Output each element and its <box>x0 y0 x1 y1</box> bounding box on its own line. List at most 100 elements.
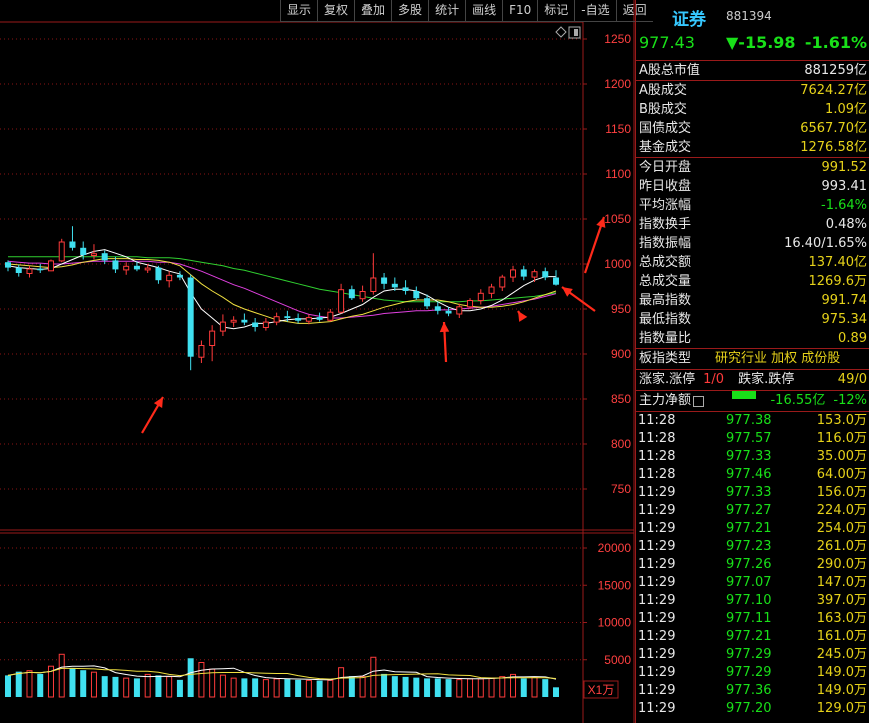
candle-body <box>144 267 151 271</box>
annotation-arrow <box>583 216 606 274</box>
tick-list[interactable]: 11:28 977.38 153.0万 11:28 977.57 116.0万 11:28 9… <box>636 412 869 718</box>
candle-body <box>305 317 312 322</box>
sector-row: 板指类型 研究行业 加权 成份股 <box>636 349 869 369</box>
candle-body <box>26 268 33 274</box>
volume-bar <box>327 679 334 698</box>
volume-bar <box>316 680 323 697</box>
candle-body <box>327 311 334 321</box>
stat-row: 总成交额 137.40亿 <box>639 255 867 270</box>
candle-body <box>284 316 291 318</box>
candle-body <box>381 277 388 284</box>
toolbar-button-1[interactable]: 复权 <box>317 0 355 22</box>
stat-row: 昨日收盘 993.41 <box>639 179 867 194</box>
volume-bar <box>90 671 97 698</box>
price-axis: 1250 1200 1150 1100 1050 1000 950 900 850 800 750 <box>583 32 631 496</box>
annotation-arrow <box>439 321 450 363</box>
volume-bar <box>520 678 527 697</box>
volume-bar <box>295 679 302 697</box>
candle <box>370 253 377 295</box>
candle <box>381 273 388 290</box>
stat-row: 最低指数 975.34 <box>639 312 867 327</box>
diamond-icon[interactable] <box>555 26 567 38</box>
turnover-row: 国债成交 6567.70亿 <box>639 121 867 136</box>
toolbar-button-4[interactable]: 统计 <box>428 0 466 22</box>
tick-row: 11:29 977.23 261.0万 <box>638 539 867 554</box>
candle <box>273 312 280 326</box>
volume-ma-line <box>7 665 557 681</box>
candle-body <box>112 260 119 270</box>
volume-bar <box>477 678 484 698</box>
candle <box>316 312 323 322</box>
flow-bar <box>732 391 757 399</box>
stat-row: 指数量比 0.89 <box>639 331 867 346</box>
candlesticks <box>5 226 559 371</box>
sector-value[interactable]: 研究行业 加权 成份股 <box>715 349 840 369</box>
turnover-row: 基金成交 1276.58亿 <box>639 140 867 155</box>
quote-header: 证券 881394 977.43 ▼-15.98 -1.61% <box>636 0 869 61</box>
volume-bar <box>123 677 130 698</box>
tick-row: 11:29 977.29 245.0万 <box>638 647 867 662</box>
candle-body <box>90 253 97 256</box>
chart-corner-icons[interactable] <box>555 26 581 39</box>
toolbar-button-3[interactable]: 多股 <box>391 0 429 22</box>
volume-bar <box>37 673 44 697</box>
volume-bar <box>445 679 452 697</box>
annotation-arrow <box>561 286 596 312</box>
candle-body <box>166 274 173 282</box>
candle-body <box>499 276 506 288</box>
price-tick-label: 1200 <box>604 77 631 91</box>
kline-chart[interactable]: 125012001150110010501000950900850800750 … <box>0 0 635 723</box>
price-tick-label: 1100 <box>605 167 631 181</box>
price-tick-label: 850 <box>611 392 631 406</box>
candle <box>58 238 65 263</box>
candle <box>520 265 527 281</box>
volume-bar <box>144 673 151 698</box>
candle-body <box>37 268 44 271</box>
toolbar-button-7[interactable]: 标记 <box>537 0 575 22</box>
volume-bar <box>359 676 366 698</box>
index-change-pct: -1.61% <box>804 33 867 52</box>
tick-row: 11:28 977.57 116.0万 <box>638 431 867 446</box>
toolbar-button-8[interactable]: -自选 <box>574 0 616 22</box>
tick-row: 11:29 977.36 149.0万 <box>638 683 867 698</box>
stat-row: 指数振幅 16.40/1.65% <box>639 236 867 251</box>
annotation-arrow <box>517 310 528 322</box>
volume-bar <box>5 675 11 697</box>
candle-body <box>69 241 76 248</box>
volume-bar <box>391 676 398 697</box>
candle-body <box>338 289 345 313</box>
index-stats-section: 今日开盘 991.52 昨日收盘 993.41 平均涨幅 -1.64% 指数换手 0.48% 指… <box>636 158 869 349</box>
tick-row: 11:29 977.21 161.0万 <box>638 629 867 644</box>
toolbar-button-0[interactable]: 显示 <box>280 0 318 22</box>
candle <box>69 226 76 251</box>
tick-row: 11:29 977.29 149.0万 <box>638 665 867 680</box>
volume-tick-label: 15000 <box>598 578 632 592</box>
volume-bar <box>499 676 506 698</box>
tick-row: 11:28 977.46 64.00万 <box>638 467 867 482</box>
toolbar-button-6[interactable]: F10 <box>502 0 538 22</box>
candle-body <box>488 286 495 294</box>
volume-bar <box>262 679 269 698</box>
price-tick-label: 1250 <box>604 32 631 46</box>
candle <box>209 325 216 362</box>
list-icon[interactable] <box>693 396 705 407</box>
tick-row: 11:29 977.33 156.0万 <box>638 485 867 500</box>
index-price: 977.43 <box>639 33 695 52</box>
price-tick-label: 950 <box>611 302 631 316</box>
candle <box>198 340 205 363</box>
candle <box>112 256 119 273</box>
toolbar-button-2[interactable]: 叠加 <box>354 0 392 22</box>
candle <box>166 271 173 288</box>
candle <box>26 265 33 278</box>
price-tick-label: 900 <box>611 347 631 361</box>
toolbar-button-5[interactable]: 画线 <box>465 0 503 22</box>
candle-body <box>58 241 65 262</box>
candle-body <box>424 298 431 307</box>
volume-bar <box>488 677 495 698</box>
volume-unit-label: X1万 <box>588 683 615 697</box>
tick-row: 11:28 977.38 153.0万 <box>638 413 867 428</box>
candle <box>37 264 44 273</box>
candle <box>101 250 108 264</box>
candle <box>295 313 302 324</box>
candle-body <box>155 267 162 281</box>
